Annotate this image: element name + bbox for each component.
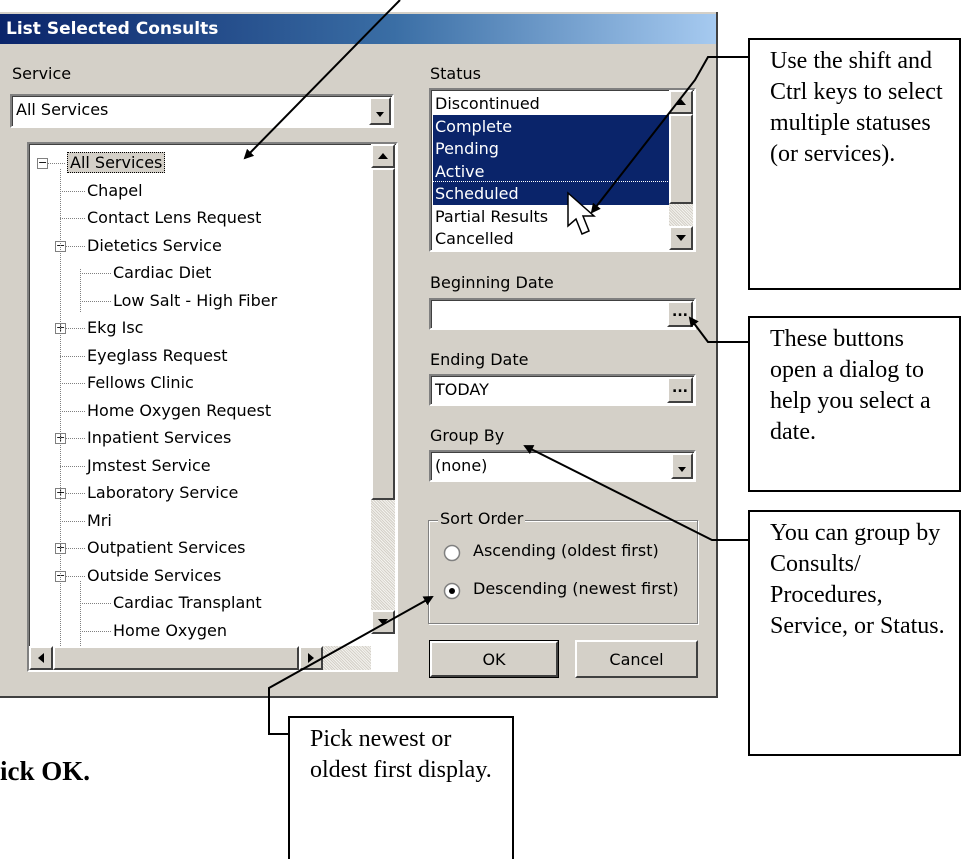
arrow-to-group-by [523, 445, 748, 541]
arrow-to-sort-order [268, 596, 434, 735]
mouse-cursor-icon [567, 191, 596, 235]
arrow-to-date-button [688, 316, 748, 343]
arrow-to-status [590, 56, 748, 214]
annotation-arrows [243, 0, 748, 735]
arrow-to-tree [243, 0, 401, 160]
